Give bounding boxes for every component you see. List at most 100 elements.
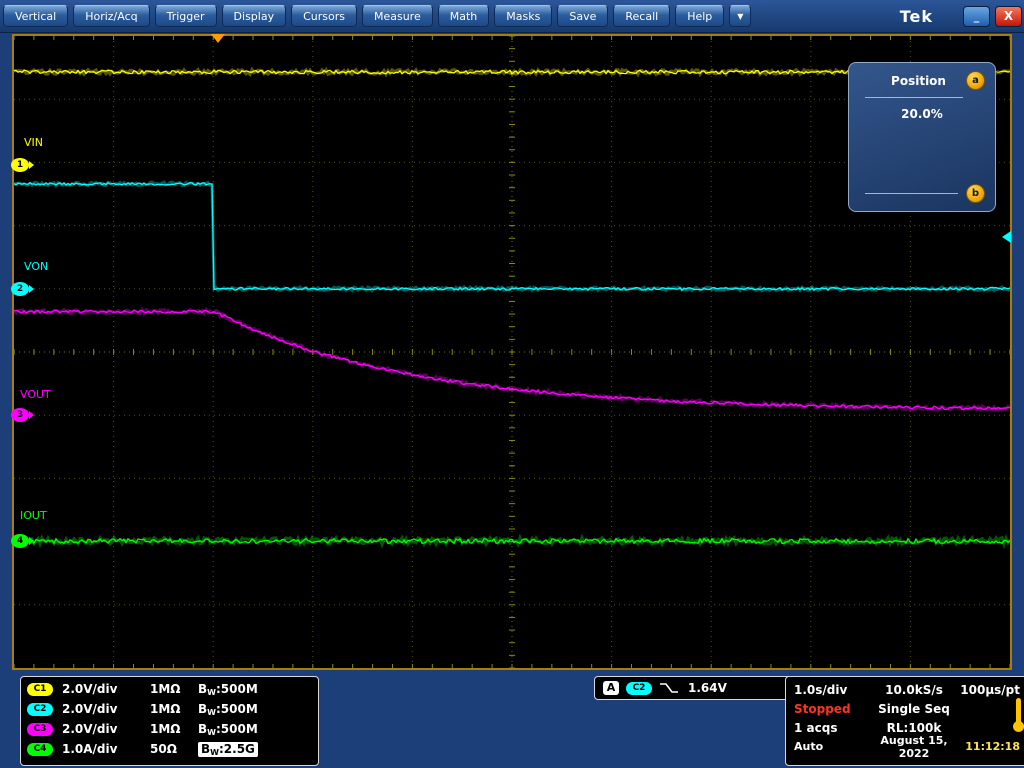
close-button[interactable]: X: [995, 6, 1022, 27]
menu-dropdown-button[interactable]: ▼: [729, 5, 751, 27]
channel-marker-arrow-icon: [29, 285, 34, 293]
channel-marker-label: 4: [17, 536, 23, 546]
bw-prefix: B: [201, 742, 210, 756]
menu-button-save[interactable]: Save: [557, 5, 608, 27]
horizontal-row-1: 1.0s/div 10.0kS/s 100µs/pt: [794, 680, 1020, 699]
position-panel-spacer: [859, 121, 985, 184]
bw-sub: W: [210, 748, 219, 757]
knob-b-badge[interactable]: b: [966, 184, 985, 203]
tek-logo: Tek: [900, 7, 933, 26]
horizontal-acquisition-readout[interactable]: 1.0s/div 10.0kS/s 100µs/pt Stopped Singl…: [785, 676, 1024, 766]
channel-scale: 2.0V/div: [62, 722, 150, 736]
acquisition-mode: Single Seq: [872, 702, 956, 716]
sample-resolution: 100µs/pt: [956, 683, 1020, 697]
channel-marker-label: 3: [17, 410, 23, 420]
trace-label-vout: VOUT: [20, 388, 51, 401]
position-panel-separator: [865, 97, 963, 98]
trace-label-von: VON: [24, 260, 48, 273]
thermometer-bulb: [1013, 721, 1024, 732]
channel-badge-c1[interactable]: C1: [27, 683, 53, 696]
trigger-level-marker-icon[interactable]: [1002, 231, 1011, 243]
bw-value: :500M: [216, 722, 258, 736]
channel-marker-2[interactable]: 2: [11, 282, 29, 296]
channel-marker-arrow-icon: [29, 411, 34, 419]
falling-edge-icon: [659, 681, 679, 695]
date-display: August 15, 2022: [872, 734, 956, 760]
time-display: 11:12:18: [956, 740, 1020, 753]
channel-marker-4[interactable]: 4: [11, 534, 29, 548]
menu-button-math[interactable]: Math: [438, 5, 490, 27]
temperature-indicator-icon: [1012, 698, 1024, 732]
bw-prefix: B: [198, 722, 207, 736]
channel-marker-1[interactable]: 1: [11, 158, 29, 172]
menu-button-vertical[interactable]: Vertical: [3, 5, 68, 27]
position-value: 20.0%: [859, 107, 985, 121]
channel-bandwidth: BW:500M: [198, 682, 258, 697]
acquisition-count: 1 acqs: [794, 721, 872, 735]
position-panel: Position a 20.0% b: [848, 62, 996, 212]
channel-marker-arrow-icon: [29, 537, 34, 545]
bw-value: :500M: [216, 682, 258, 696]
trigger-mode: Auto: [794, 740, 872, 753]
position-panel-separator-b: [865, 193, 958, 194]
trigger-source-badge: C2: [626, 682, 652, 695]
channel-readouts[interactable]: C12.0V/div1MΩBW:500MC22.0V/div1MΩBW:500M…: [20, 676, 319, 766]
channel-badge-c4[interactable]: C4: [27, 743, 53, 756]
bw-sub: W: [207, 728, 216, 737]
channel-badge-c3[interactable]: C3: [27, 723, 53, 736]
channel-bandwidth: BW:2.5G: [198, 742, 258, 757]
trigger-level-value: 1.64V: [688, 681, 727, 695]
channel-marker-label: 2: [17, 284, 23, 294]
waveform-display: Position a 20.0% b 1 2 3 4 VIN VON VOUT IOUT: [12, 34, 1012, 670]
channel-impedance: 50Ω: [150, 742, 198, 756]
channel-bandwidth: BW:500M: [198, 722, 258, 737]
trace-label-iout: IOUT: [20, 509, 47, 522]
menu-button-measure[interactable]: Measure: [362, 5, 433, 27]
menu-button-recall[interactable]: Recall: [613, 5, 670, 27]
channel-impedance: 1MΩ: [150, 682, 198, 696]
bw-prefix: B: [198, 682, 207, 696]
menu-button-help[interactable]: Help: [675, 5, 724, 27]
trigger-readout[interactable]: A C2 1.64V: [594, 676, 794, 700]
channel-impedance: 1MΩ: [150, 702, 198, 716]
menu-button-display[interactable]: Display: [222, 5, 287, 27]
channel-scale: 2.0V/div: [62, 702, 150, 716]
position-panel-footer: b: [859, 184, 985, 203]
channel-readout-rows: C12.0V/div1MΩBW:500MC22.0V/div1MΩBW:500M…: [27, 679, 312, 759]
horizontal-row-4: Auto August 15, 2022 11:12:18: [794, 737, 1020, 756]
acquisition-state: Stopped: [794, 702, 872, 716]
menu-button-horiz-acq[interactable]: Horiz/Acq: [73, 5, 149, 27]
menu-button-trigger[interactable]: Trigger: [155, 5, 217, 27]
channel-scale: 2.0V/div: [62, 682, 150, 696]
channel-bandwidth: BW:500M: [198, 702, 258, 717]
channel-readout-c4[interactable]: C4 1.0A/div50ΩBW:2.5G: [27, 739, 312, 759]
menu-button-cursors[interactable]: Cursors: [291, 5, 357, 27]
channel-impedance: 1MΩ: [150, 722, 198, 736]
channel-marker-label: 1: [17, 160, 23, 170]
sample-rate: 10.0kS/s: [872, 683, 956, 697]
record-length: RL:100k: [872, 721, 956, 735]
menu-button-masks[interactable]: Masks: [494, 5, 552, 27]
trace-vout-band: [14, 309, 1010, 410]
trace-vout: [14, 310, 1010, 409]
channel-badge-c2[interactable]: C2: [27, 703, 53, 716]
trigger-position-marker-icon[interactable]: [211, 34, 225, 43]
channel-readout-c1[interactable]: C1 2.0V/div1MΩBW:500M: [27, 679, 312, 699]
oscilloscope-screen: VerticalHoriz/Acq TriggerDisplayCursorsMe…: [0, 0, 1024, 768]
channel-scale: 1.0A/div: [62, 742, 150, 756]
bw-sub: W: [207, 688, 216, 697]
horizontal-scale: 1.0s/div: [794, 683, 872, 697]
knob-a-badge[interactable]: a: [966, 71, 985, 90]
position-panel-header: Position a: [859, 71, 985, 90]
minimize-button[interactable]: _: [963, 6, 990, 27]
position-panel-title: Position: [859, 74, 966, 88]
trace-label-vin: VIN: [24, 136, 43, 149]
menu-items: VerticalHoriz/Acq TriggerDisplayCursorsMe…: [3, 5, 724, 27]
channel-readout-c3[interactable]: C3 2.0V/div1MΩBW:500M: [27, 719, 312, 739]
channel-readout-c2[interactable]: C2 2.0V/div1MΩBW:500M: [27, 699, 312, 719]
channel-marker-arrow-icon: [29, 161, 34, 169]
bw-value: :500M: [216, 702, 258, 716]
bw-value: :2.5G: [219, 742, 255, 756]
trigger-a-badge: A: [603, 681, 619, 695]
bw-prefix: B: [198, 702, 207, 716]
